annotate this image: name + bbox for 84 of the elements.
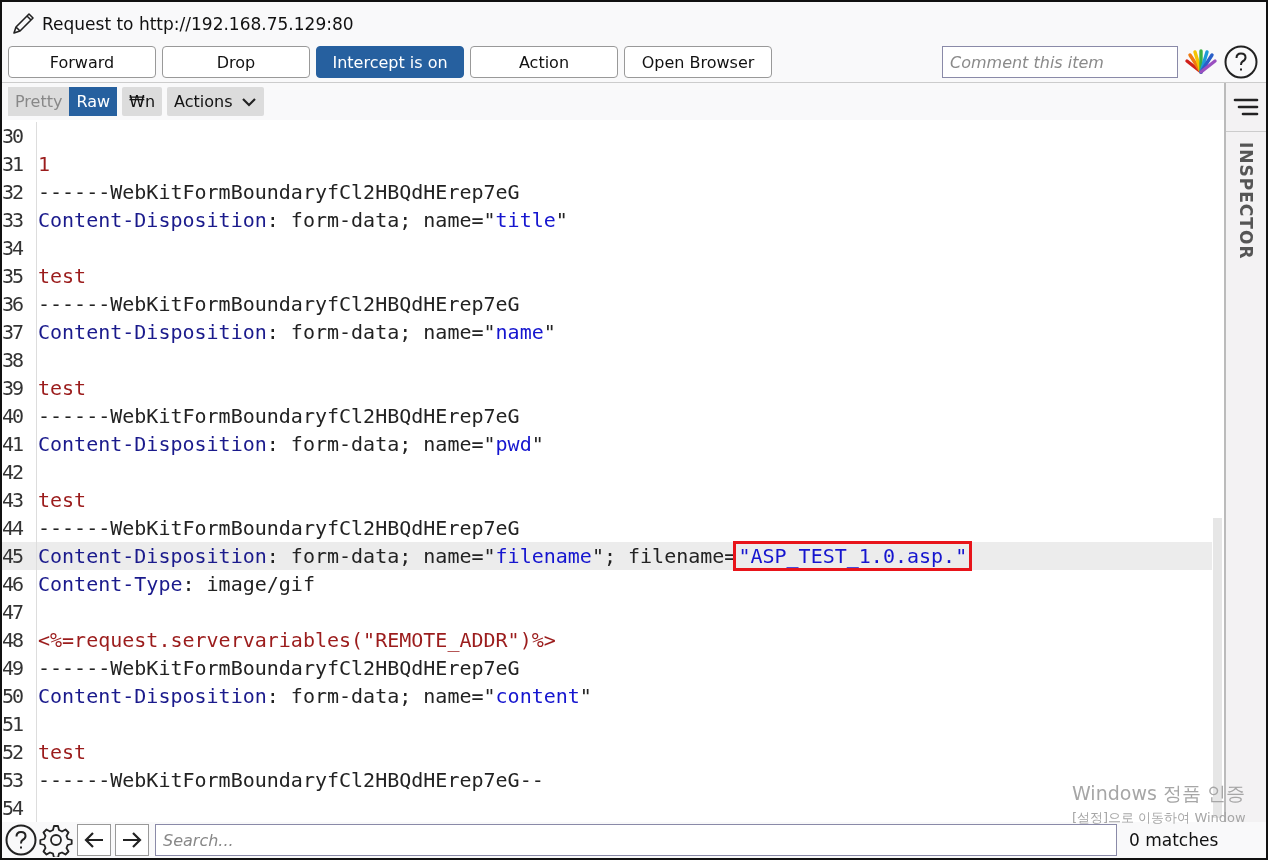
string-value: pwd (495, 432, 532, 456)
code-text: ------WebKitFormBoundaryfCl2HBQdHErep7eG (38, 656, 520, 680)
code-text: : form-data; name=" (266, 208, 496, 232)
line-number: 35 (2, 262, 37, 290)
settings-icon[interactable] (39, 823, 73, 857)
line-number: 43 (2, 486, 37, 514)
toolbar-button[interactable]: Intercept is on (316, 46, 464, 78)
line-number: 32 (2, 178, 37, 206)
line-number: 31 (2, 150, 37, 178)
line-number: 39 (2, 374, 37, 402)
string-value: filename (495, 544, 592, 568)
comment-field[interactable]: Comment this item (942, 46, 1178, 78)
header-name: Content-Disposition (38, 208, 267, 232)
line-number: 33 (2, 206, 37, 234)
toolbar-button[interactable]: Forward (8, 46, 156, 78)
line-number: 51 (2, 710, 37, 738)
pencil-icon (10, 11, 36, 37)
body-text: test (38, 376, 87, 400)
line-number: 36 (2, 290, 37, 318)
view-tab[interactable]: Raw (69, 87, 118, 116)
code-text: : form-data; name=" (266, 432, 496, 456)
line-number: 49 (2, 654, 37, 682)
code-text: : form-data; name=" (266, 684, 496, 708)
inspector-tab[interactable]: INSPECTOR (1236, 142, 1256, 260)
line-number: 45 (2, 542, 37, 570)
body-text: test (38, 264, 87, 288)
newline-toggle[interactable]: ₩n (122, 87, 163, 116)
string-value: name (495, 320, 544, 344)
code-text: " (531, 432, 544, 456)
previous-button[interactable] (77, 824, 111, 856)
color-fan-icon[interactable] (1184, 49, 1218, 75)
line-number: 42 (2, 458, 37, 486)
code-text: ------WebKitFormBoundaryfCl2HBQdHErep7eG-- (38, 768, 544, 792)
line-number: 38 (2, 346, 37, 374)
code-text: ------WebKitFormBoundaryfCl2HBQdHErep7eG (38, 516, 520, 540)
next-button[interactable] (115, 824, 149, 856)
toolbar-button[interactable]: Action (470, 46, 618, 78)
code-text: " (579, 684, 592, 708)
header-name: Content-Type (38, 572, 183, 596)
code-text: " (555, 208, 568, 232)
window-title: Request to http://192.168.75.129:80 (42, 14, 354, 34)
line-number: 53 (2, 766, 37, 794)
line-number: 30 (2, 122, 37, 150)
line-number: 37 (2, 318, 37, 346)
header-name: Content-Disposition (38, 320, 267, 344)
code-text: ------WebKitFormBoundaryfCl2HBQdHErep7eG (38, 404, 520, 428)
toolbar-button[interactable]: Open Browser (624, 46, 772, 78)
line-number: 34 (2, 234, 37, 262)
chevron-down-icon (240, 96, 257, 107)
code-text: : form-data; name=" (266, 320, 496, 344)
highlighted-value: "ASP_TEST_1.0.asp." (736, 544, 970, 568)
menu-icon[interactable] (1233, 98, 1259, 116)
code-text: " (543, 320, 556, 344)
body-text: <%=request.servervariables("REMOTE_ADDR")%> (38, 628, 556, 652)
header-name: Content-Disposition (38, 684, 267, 708)
code-text: ------WebKitFormBoundaryfCl2HBQdHErep7eG (38, 180, 520, 204)
header-name: Content-Disposition (38, 432, 267, 456)
actions-menu[interactable]: Actions (167, 87, 264, 116)
arrow-left-icon (83, 831, 105, 849)
body-text: test (38, 740, 87, 764)
code-text: : form-data; name=" (266, 544, 496, 568)
body-text: test (38, 488, 87, 512)
toolbar-button[interactable]: Drop (162, 46, 310, 78)
code-text: ------WebKitFormBoundaryfCl2HBQdHErep7eG (38, 292, 520, 316)
string-value: title (495, 208, 556, 232)
line-number: 46 (2, 570, 37, 598)
line-number: 40 (2, 402, 37, 430)
line-number: 52 (2, 738, 37, 766)
body-text: 1 (38, 152, 51, 176)
search-field[interactable]: Search... (155, 824, 1117, 856)
code-text: : image/gif (182, 572, 315, 596)
line-number: 48 (2, 626, 37, 654)
arrow-right-icon (121, 831, 143, 849)
activation-text: [설정]으로 이동하여 Window (1072, 809, 1246, 827)
line-number: 47 (2, 598, 37, 626)
help-icon[interactable] (5, 824, 37, 856)
match-count: 0 matches (1129, 830, 1219, 850)
help-icon[interactable] (1224, 45, 1258, 79)
string-value: content (495, 684, 580, 708)
line-number: 41 (2, 430, 37, 458)
line-number: 50 (2, 682, 37, 710)
activation-title: Windows 정품 인증 (1072, 781, 1246, 806)
code-text: "; filename= (591, 544, 737, 568)
header-name: Content-Disposition (38, 544, 267, 568)
